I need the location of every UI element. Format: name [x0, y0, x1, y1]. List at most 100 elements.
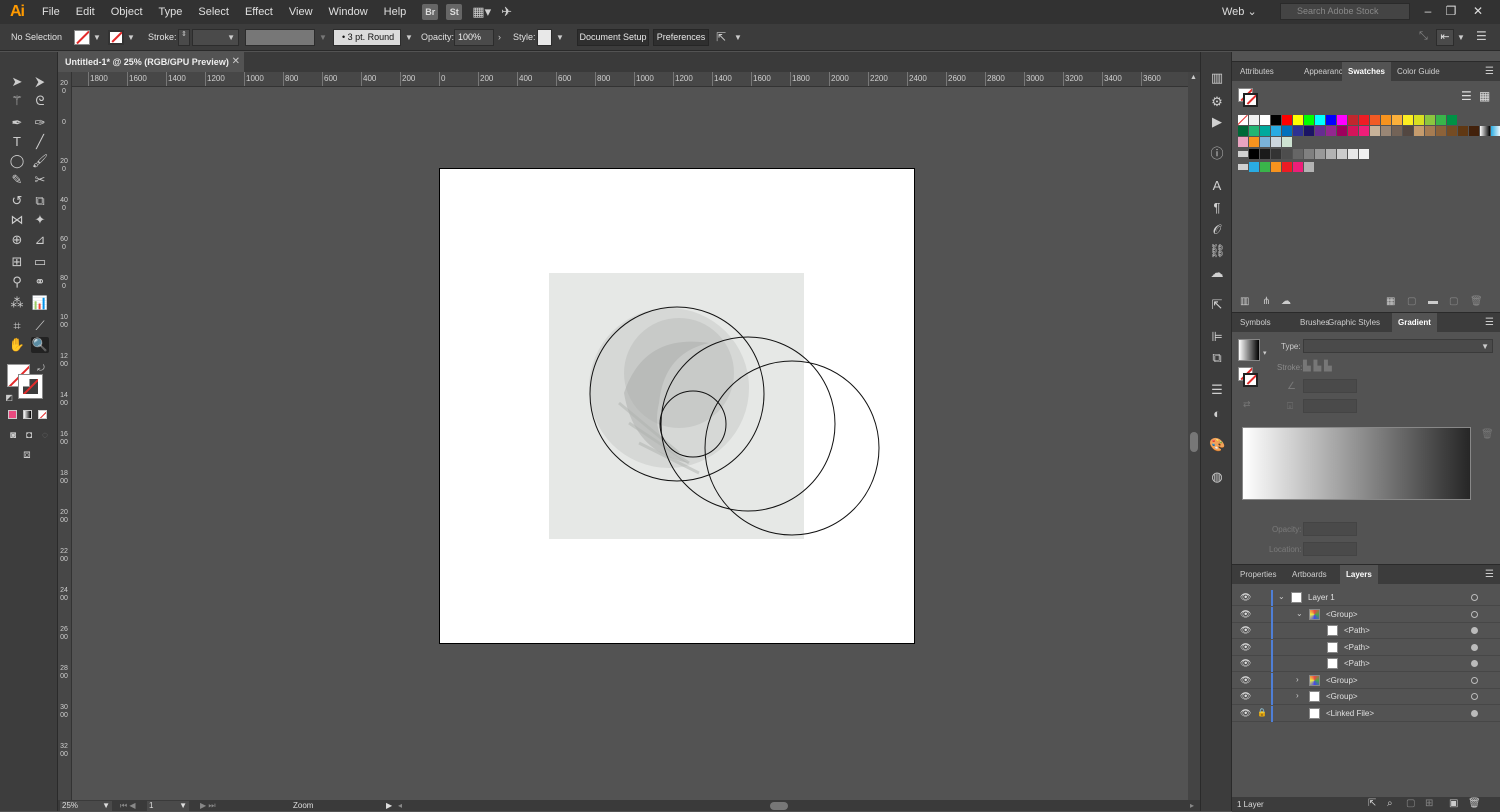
swatch-color[interactable] — [1249, 162, 1259, 172]
swatch-color[interactable] — [1271, 149, 1281, 159]
paintbrush-tool-icon[interactable]: 🖌 — [31, 153, 49, 169]
document-tab[interactable]: Untitled-1* @ 25% (RGB/GPU Preview) ✕ — [58, 52, 244, 72]
select-similar-icon[interactable]: ⇱ — [716, 30, 726, 44]
swatch-pattern[interactable] — [1282, 137, 1292, 147]
shape-builder-tool-icon[interactable]: ⊕ — [8, 232, 26, 248]
chevron-down-icon[interactable]: ▼ — [556, 33, 564, 42]
slice-tool-icon[interactable]: ⟋ — [31, 318, 49, 334]
paragraph-icon[interactable]: ¶ — [1209, 200, 1225, 216]
gradient-type-select[interactable]: ▼ — [1303, 339, 1493, 353]
new-color-group-icon[interactable]: ▢ — [1407, 296, 1416, 307]
swatch-color[interactable] — [1304, 126, 1314, 136]
swatch-color[interactable] — [1370, 115, 1380, 125]
trash-icon[interactable]: 🗑 — [1470, 296, 1483, 307]
horizontal-ruler[interactable]: 1800 1600 1400 1200 1000 800 600 400 200 0 200 400 6… — [72, 72, 1188, 87]
gradient-slider[interactable] — [1242, 427, 1471, 500]
swatch-gradient[interactable] — [1491, 126, 1500, 136]
layer-row[interactable]: 👁 <Path> — [1232, 656, 1500, 672]
zoom-level-field[interactable]: 25% ▼ — [60, 801, 112, 811]
layer-row[interactable]: 👁 <Path> — [1232, 639, 1500, 656]
stroke-panel-icon[interactable]: ☰ — [1209, 382, 1225, 398]
stroke-swatch[interactable] — [1243, 373, 1258, 387]
restore-icon[interactable]: ❐ — [1441, 2, 1461, 20]
swatch-color[interactable] — [1337, 126, 1347, 136]
swatch-color[interactable] — [1304, 162, 1314, 172]
swatch-none[interactable] — [1238, 115, 1248, 125]
artboard-tool-icon[interactable]: ⌗ — [8, 318, 26, 334]
swatch-color[interactable] — [1392, 115, 1402, 125]
stroke-swatch[interactable] — [1243, 93, 1258, 107]
gradient-location-field[interactable] — [1303, 542, 1357, 556]
swatch-color[interactable] — [1447, 126, 1457, 136]
swatch-color[interactable] — [1337, 149, 1347, 159]
swatch-color[interactable] — [1249, 149, 1259, 159]
arrange-documents-icon[interactable]: ▦▾ — [472, 4, 491, 20]
angle-field[interactable] — [1303, 379, 1357, 393]
swatch-color[interactable] — [1403, 115, 1413, 125]
pencil-tool-icon[interactable]: ✎ — [8, 172, 26, 188]
gradient-tool-icon[interactable]: ▭ — [31, 254, 49, 270]
swatch-color[interactable] — [1469, 126, 1479, 136]
swatch-color[interactable] — [1359, 126, 1369, 136]
swatch-color[interactable] — [1458, 126, 1468, 136]
artboard-number-field[interactable]: 1 ▼ — [147, 801, 189, 811]
color-panel-icon[interactable]: 🎨 — [1209, 437, 1225, 453]
fill-swatch[interactable] — [74, 30, 90, 45]
direct-selection-tool-icon[interactable]: ⮞ — [31, 74, 49, 90]
bridge-button[interactable]: Br — [422, 4, 439, 20]
cc-libraries-icon[interactable]: ☁ — [1209, 265, 1225, 281]
workspace-switcher[interactable]: Web ⌄ — [1222, 3, 1270, 21]
swatch-color[interactable] — [1304, 115, 1314, 125]
target-icon[interactable] — [1471, 693, 1478, 700]
width-tool-icon[interactable]: ⋈ — [8, 212, 26, 228]
tab-properties[interactable]: Properties — [1234, 565, 1282, 584]
target-icon[interactable] — [1471, 676, 1478, 684]
target-icon[interactable] — [1471, 610, 1478, 618]
swatch-color[interactable] — [1282, 115, 1292, 125]
swatch-color[interactable] — [1249, 126, 1259, 136]
chevron-down-icon[interactable]: ▼ — [734, 33, 742, 42]
swatch-color[interactable] — [1304, 149, 1314, 159]
draw-inside-icon[interactable]: ◌ — [36, 428, 54, 444]
close-tab-icon[interactable]: ✕ — [232, 52, 240, 72]
swatch-color[interactable] — [1282, 162, 1292, 172]
swatch-color[interactable] — [1403, 126, 1413, 136]
visibility-eye-icon[interactable]: 👁 — [1240, 625, 1251, 636]
swatch-pattern[interactable] — [1249, 137, 1259, 147]
mesh-tool-icon[interactable]: ⊞ — [8, 254, 26, 270]
target-icon[interactable] — [1471, 643, 1478, 651]
swatch-color[interactable] — [1326, 149, 1336, 159]
swatch-gradient[interactable] — [1480, 126, 1490, 136]
swatch-color[interactable] — [1392, 126, 1402, 136]
chevron-right-icon[interactable]: › — [498, 32, 501, 42]
aspect-ratio-field[interactable] — [1303, 399, 1357, 413]
visibility-eye-icon[interactable]: 👁 — [1240, 658, 1251, 669]
menu-select[interactable]: Select — [190, 0, 237, 24]
puppet-warp-tool-icon[interactable]: ✦ — [31, 212, 49, 228]
stroke-stepper[interactable]: ⇕ — [178, 29, 190, 46]
tab-gradient[interactable]: Gradient — [1392, 313, 1437, 332]
menu-effect[interactable]: Effect — [237, 0, 281, 24]
rotate-tool-icon[interactable]: ↺ — [8, 193, 26, 209]
swatch-color[interactable] — [1260, 115, 1270, 125]
pathfinder-icon[interactable]: ⧉ — [1209, 350, 1225, 366]
export-asset-icon[interactable]: ⇱ — [1368, 798, 1376, 809]
thumbnail-view-icon[interactable]: ▦ — [1479, 89, 1490, 103]
menu-help[interactable]: Help — [376, 0, 415, 24]
scroll-thumb[interactable] — [1190, 432, 1198, 452]
stock-button[interactable]: St — [446, 4, 463, 20]
tab-layers[interactable]: Layers — [1340, 565, 1378, 584]
vertical-ruler[interactable]: 200 0 200 400 600 800 1000 1200 1400 1600 1800 2000… — [58, 72, 72, 800]
visibility-eye-icon[interactable]: 👁 — [1240, 592, 1251, 603]
graphic-style-swatch[interactable] — [537, 29, 552, 46]
swatch-color[interactable] — [1425, 126, 1435, 136]
color-group-folder-icon[interactable] — [1238, 151, 1248, 157]
swatch-pattern[interactable] — [1271, 137, 1281, 147]
stroke-swatch[interactable] — [108, 30, 124, 45]
swatch-color[interactable] — [1337, 115, 1347, 125]
folder-icon[interactable]: ▬ — [1428, 296, 1438, 307]
menu-type[interactable]: Type — [151, 0, 191, 24]
minimize-icon[interactable]: – — [1418, 2, 1438, 20]
visibility-eye-icon[interactable]: 👁 — [1240, 609, 1251, 620]
symbol-sprayer-tool-icon[interactable]: ⁂ — [8, 295, 26, 311]
